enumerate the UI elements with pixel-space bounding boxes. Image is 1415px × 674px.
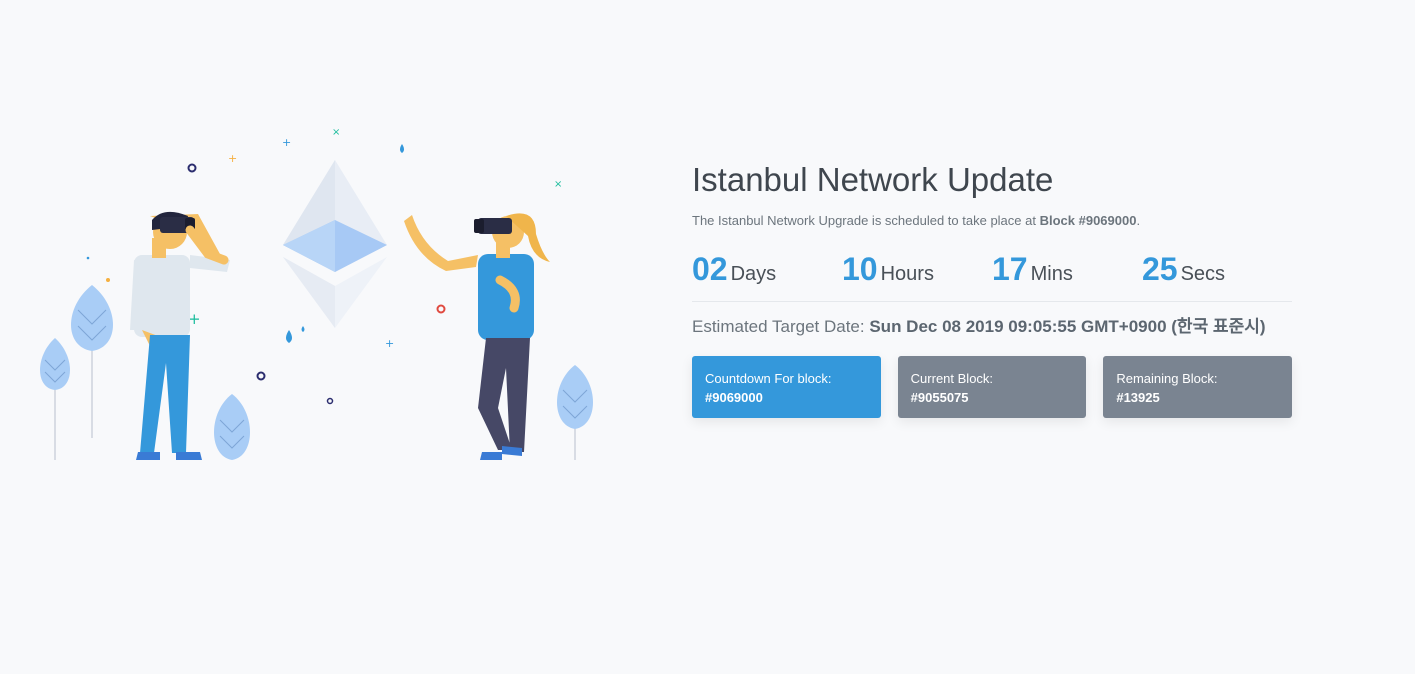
countdown-hours-value: 10: [842, 251, 878, 287]
countdown-hours: 10 Hours: [842, 251, 992, 288]
svg-text:×: ×: [554, 179, 562, 190]
description-text: The Istanbul Network Upgrade is schedule…: [692, 213, 1040, 228]
countdown-days-value: 02: [692, 251, 728, 287]
countdown-secs-value: 25: [1142, 251, 1178, 287]
remaining-block-card: Remaining Block: #13925: [1103, 356, 1293, 418]
svg-text:+: +: [228, 152, 237, 165]
countdown-mins: 17 Mins: [992, 251, 1142, 288]
current-block-value: #9055075: [910, 390, 969, 405]
target-date-label: Estimated Target Date:: [692, 317, 870, 336]
update-panel: Istanbul Network Update The Istanbul Net…: [692, 160, 1293, 418]
current-block-card: Current Block: #9055075: [897, 356, 1087, 418]
svg-text:×: ×: [332, 127, 340, 138]
countdown-days-label: Days: [730, 263, 777, 285]
countdown-block-label: Countdown For block:: [705, 371, 832, 386]
vr-ethereum-illustration: + × + × + +: [40, 127, 593, 460]
upgrade-description: The Istanbul Network Upgrade is schedule…: [692, 213, 1292, 229]
countdown-hours-label: Hours: [880, 263, 934, 285]
remaining-block-label: Remaining Block:: [1116, 371, 1218, 386]
remaining-block-value: #13925: [1116, 390, 1160, 405]
estimated-target-date: Estimated Target Date: Sun Dec 08 2019 0…: [692, 317, 1292, 337]
countdown-block-card: Countdown For block: #9069000: [692, 356, 881, 418]
countdown-days: 02 Days: [692, 251, 842, 288]
current-block-label: Current Block:: [910, 371, 994, 386]
divider: [692, 301, 1292, 302]
target-block-label: Block #9069000: [1039, 213, 1137, 228]
svg-text:+: +: [282, 136, 291, 149]
countdown-secs: 25 Secs: [1142, 251, 1292, 288]
countdown-secs-label: Secs: [1180, 263, 1226, 285]
countdown-timer: 02 Days 10 Hours 17 Mins 25 Secs: [692, 251, 1292, 297]
countdown-block-value: #9069000: [705, 390, 763, 405]
target-date-value: Sun Dec 08 2019 09:05:55 GMT+0900 (한국 표준…: [869, 317, 1266, 336]
countdown-mins-value: 17: [992, 251, 1028, 287]
svg-text:+: +: [385, 337, 394, 350]
block-info-cards: Countdown For block: #9069000 Current Bl…: [692, 356, 1293, 418]
page-title: Istanbul Network Update: [692, 161, 1054, 198]
countdown-mins-label: Mins: [1030, 263, 1073, 285]
description-end: .: [1136, 213, 1141, 228]
page: + × + × + + Istanbul Network Update The …: [0, 0, 1415, 674]
